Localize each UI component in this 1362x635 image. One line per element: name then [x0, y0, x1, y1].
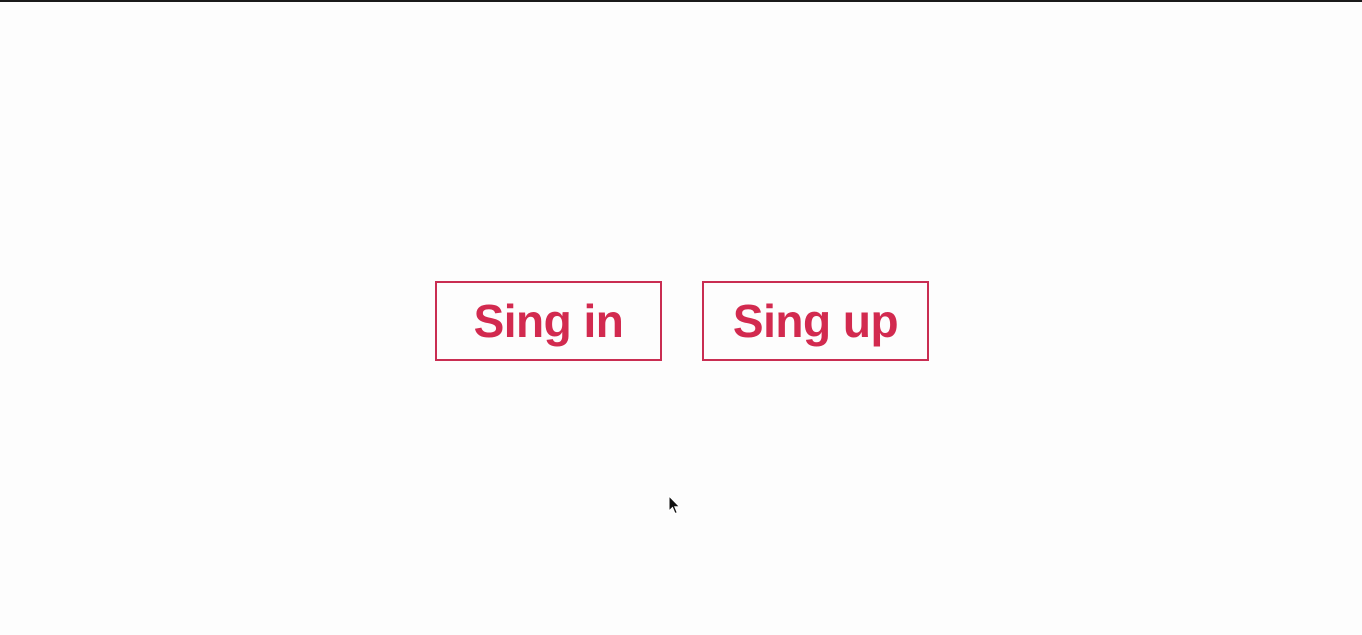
sign-up-button[interactable]: Sing up: [702, 281, 929, 361]
top-border-line: [0, 0, 1362, 2]
mouse-pointer-icon: [668, 495, 681, 515]
sign-in-button[interactable]: Sing in: [435, 281, 662, 361]
